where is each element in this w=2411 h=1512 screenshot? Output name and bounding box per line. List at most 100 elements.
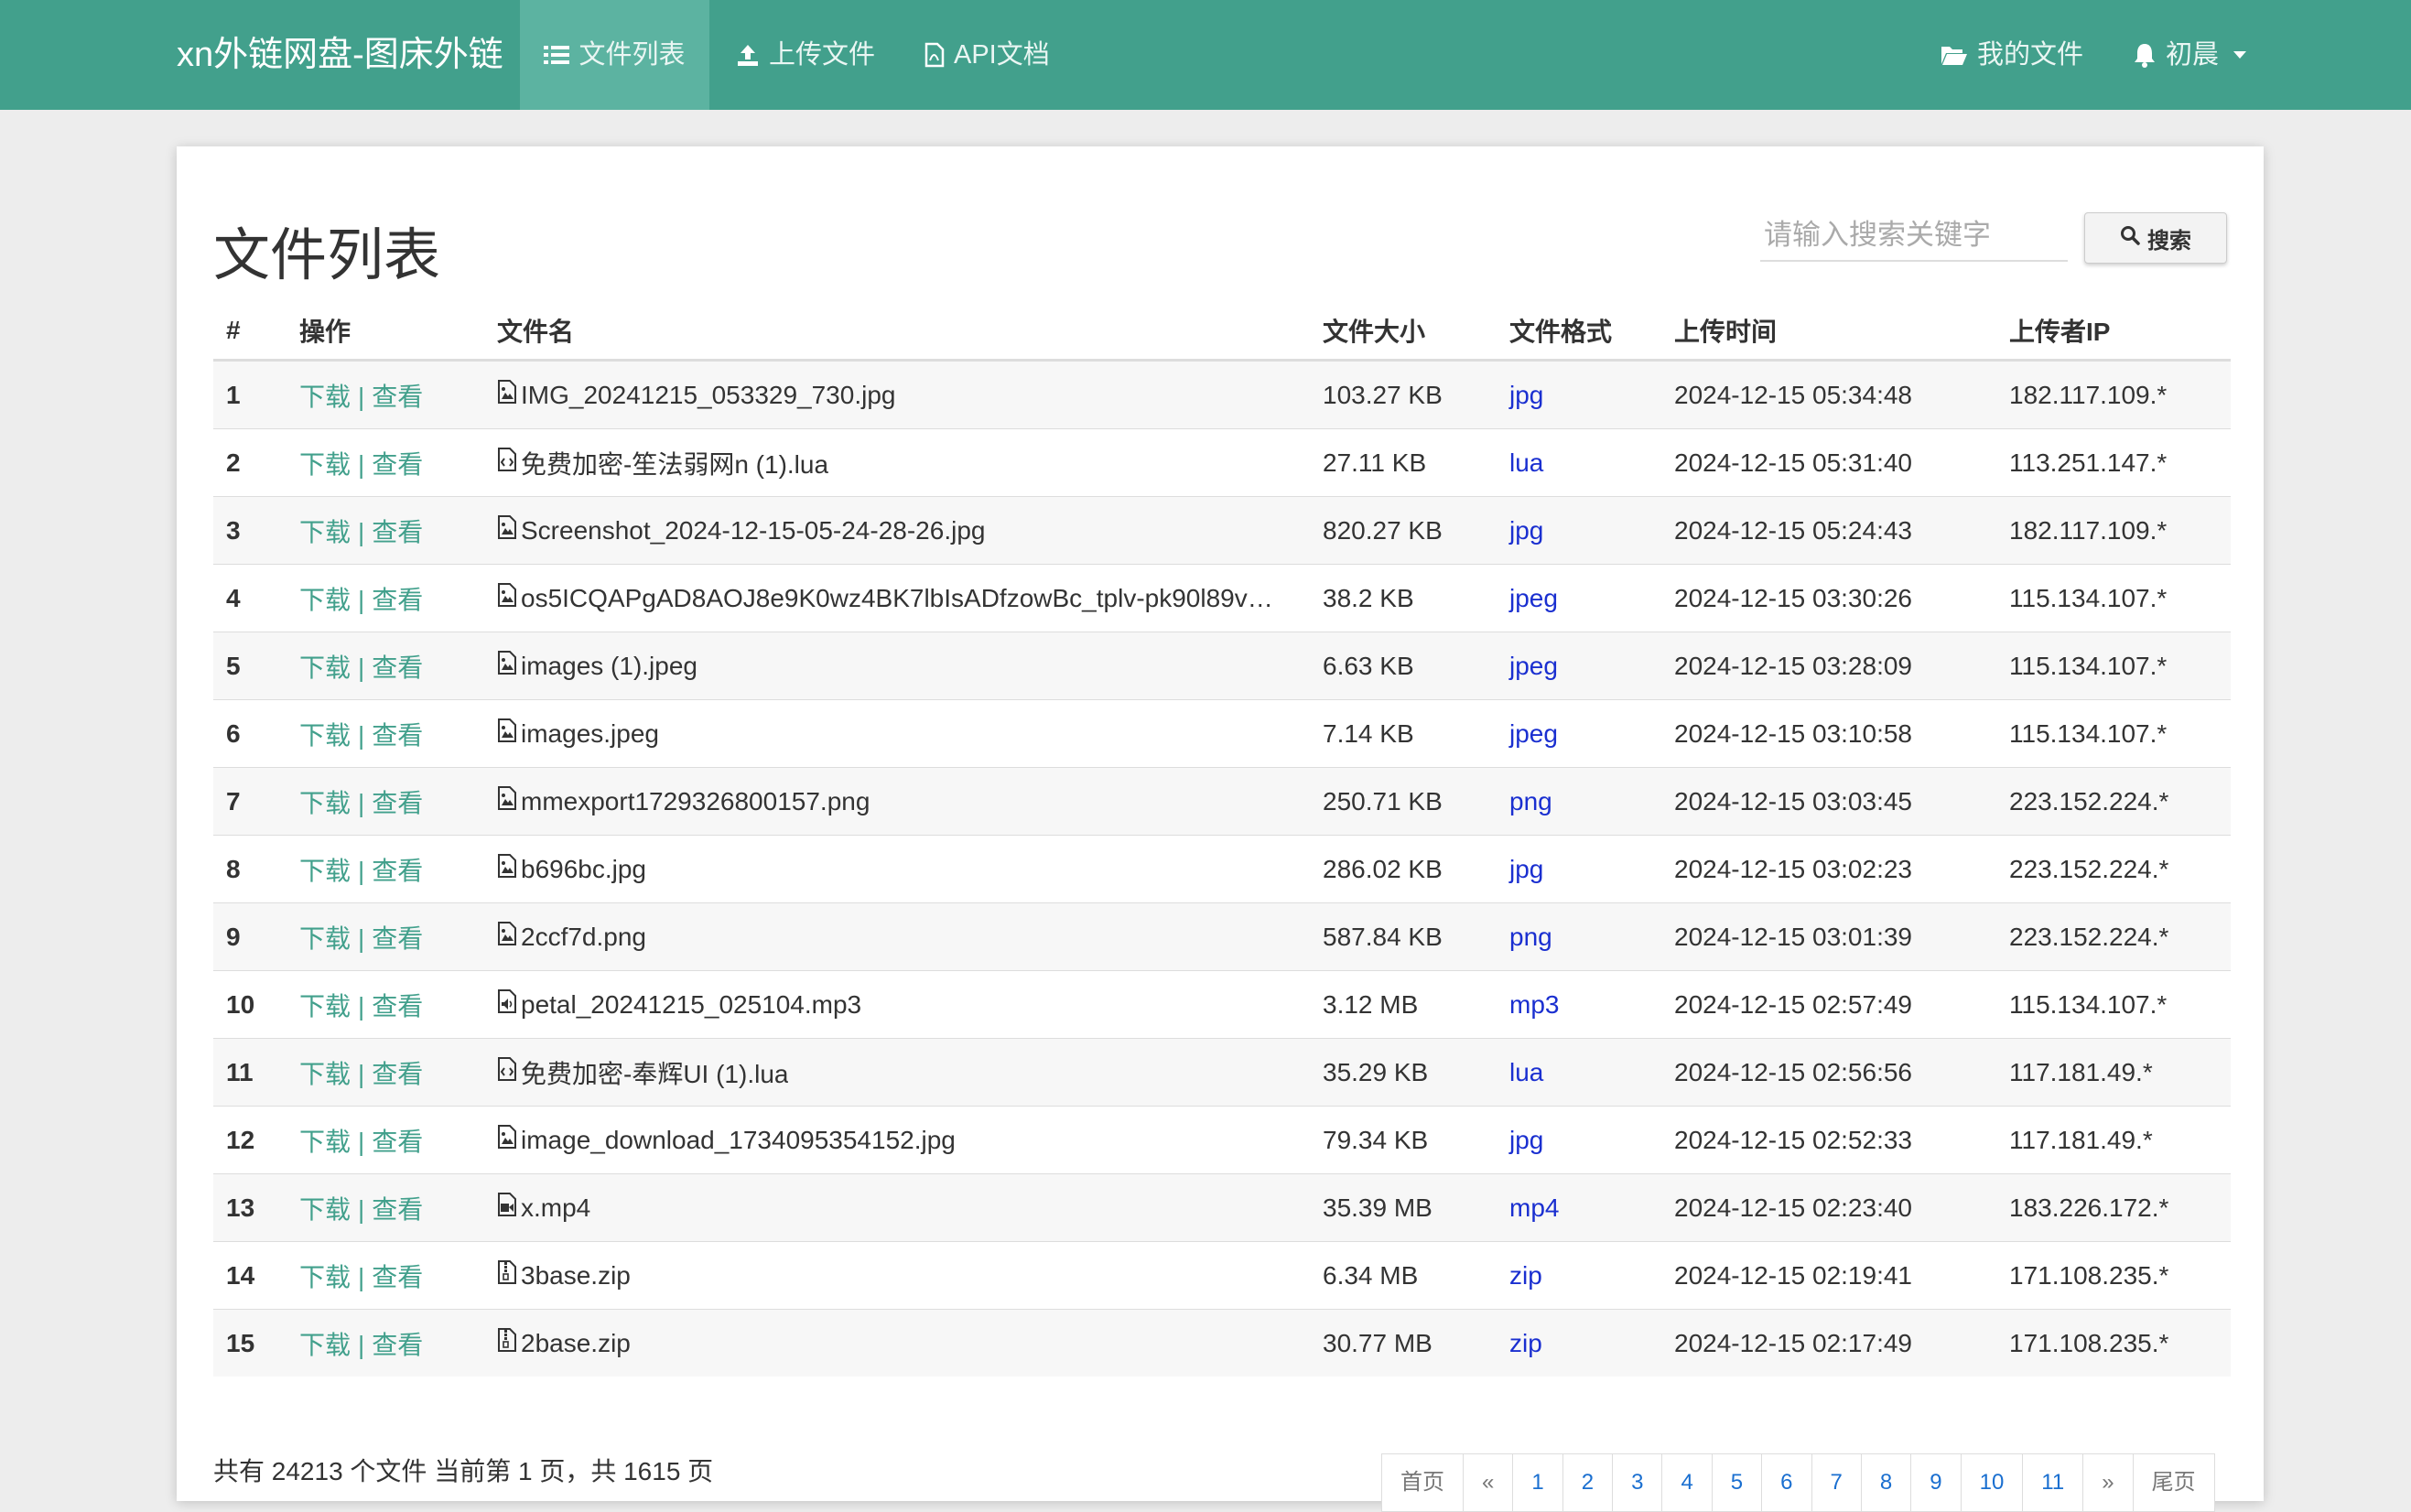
first-page-link[interactable]: 首页 xyxy=(1381,1453,1464,1512)
download-link[interactable]: 下载 xyxy=(299,383,351,411)
file-format-cell: jpg xyxy=(1497,360,1661,429)
download-link[interactable]: 下载 xyxy=(299,857,351,885)
file-name-cell: b696bc.jpg xyxy=(484,835,1310,903)
row-actions: 下载 | 查看 xyxy=(287,970,484,1039)
page-link[interactable]: 11 xyxy=(2022,1453,2084,1512)
view-link[interactable]: 查看 xyxy=(372,518,423,546)
site-brand[interactable]: xn外链网盘-图床外链 xyxy=(177,0,503,110)
view-link[interactable]: 查看 xyxy=(372,1331,423,1359)
file-format-link[interactable]: jpeg xyxy=(1509,652,1558,680)
action-separator: | xyxy=(358,788,365,817)
page-link[interactable]: 5 xyxy=(1711,1453,1763,1512)
action-separator: | xyxy=(358,720,365,750)
view-link[interactable]: 查看 xyxy=(372,721,423,750)
view-link[interactable]: 查看 xyxy=(372,924,423,953)
file-format-link[interactable]: mp4 xyxy=(1509,1193,1559,1222)
download-link[interactable]: 下载 xyxy=(299,586,351,614)
file-format-link[interactable]: zip xyxy=(1509,1261,1542,1290)
nav-api-docs[interactable]: API文档 xyxy=(924,0,1050,110)
download-link[interactable]: 下载 xyxy=(299,789,351,817)
file-name-cell: 免费加密-笙法弱网n (1).lua xyxy=(484,428,1310,497)
page-link[interactable]: 2 xyxy=(1562,1453,1614,1512)
file-format-link[interactable]: lua xyxy=(1509,448,1543,477)
page-link[interactable]: 3 xyxy=(1612,1453,1663,1512)
file-format-link[interactable]: png xyxy=(1509,787,1552,815)
file-format-link[interactable]: mp3 xyxy=(1509,990,1559,1019)
file-name: mmexport1729326800157.png xyxy=(521,786,870,815)
prev-page-link[interactable]: « xyxy=(1463,1453,1514,1512)
file-format-link[interactable]: jpeg xyxy=(1509,719,1558,748)
view-link[interactable]: 查看 xyxy=(372,1263,423,1291)
file-format-link[interactable]: jpg xyxy=(1509,516,1543,545)
action-separator: | xyxy=(358,653,365,682)
upload-time: 2024-12-15 02:56:56 xyxy=(1661,1038,1996,1107)
file-format-link[interactable]: lua xyxy=(1509,1058,1543,1086)
view-link[interactable]: 查看 xyxy=(372,383,423,411)
row-actions: 下载 | 查看 xyxy=(287,902,484,971)
file-name: image_download_1734095354152.jpg xyxy=(521,1125,956,1154)
view-link[interactable]: 查看 xyxy=(372,789,423,817)
upload-time: 2024-12-15 05:31:40 xyxy=(1661,428,1996,497)
file-name: petal_20241215_025104.mp3 xyxy=(521,989,862,1019)
download-link[interactable]: 下载 xyxy=(299,1128,351,1156)
last-page-link[interactable]: 尾页 xyxy=(2132,1453,2215,1512)
file-format-link[interactable]: jpeg xyxy=(1509,584,1558,612)
page-link[interactable]: 4 xyxy=(1661,1453,1713,1512)
download-link[interactable]: 下载 xyxy=(299,721,351,750)
file-size: 103.27 KB xyxy=(1310,360,1497,429)
file-format-link[interactable]: jpg xyxy=(1509,1126,1543,1154)
view-link[interactable]: 查看 xyxy=(372,1060,423,1088)
page-title: 文件列表 xyxy=(213,224,441,287)
uploader-ip: 182.117.109.* xyxy=(1996,360,2231,429)
file-format-cell: jpg xyxy=(1497,835,1661,903)
user-menu[interactable]: 初晨 xyxy=(2133,0,2247,110)
view-link[interactable]: 查看 xyxy=(372,1195,423,1224)
page-link[interactable]: 8 xyxy=(1860,1453,1912,1512)
file-format-link[interactable]: zip xyxy=(1509,1329,1542,1357)
table-header-row: # 操作 文件名 文件大小 文件格式 上传时间 上传者IP xyxy=(213,302,2231,362)
upload-time: 2024-12-15 03:30:26 xyxy=(1661,564,1996,632)
download-link[interactable]: 下载 xyxy=(299,1331,351,1359)
file-format-link[interactable]: png xyxy=(1509,923,1552,951)
page-link[interactable]: 6 xyxy=(1761,1453,1812,1512)
search-icon xyxy=(2120,225,2140,252)
table-row: 10 下载 | 查看 petal_20241215_025104.mp3 3.12 MB m… xyxy=(213,970,2231,1039)
action-separator: | xyxy=(358,517,365,546)
view-link[interactable]: 查看 xyxy=(372,653,423,682)
download-link[interactable]: 下载 xyxy=(299,1060,351,1088)
search-button[interactable]: 搜索 xyxy=(2084,212,2227,264)
search-input[interactable] xyxy=(1760,211,2068,262)
action-separator: | xyxy=(358,449,365,479)
download-link[interactable]: 下载 xyxy=(299,992,351,1021)
image-file-icon xyxy=(497,650,517,682)
file-format-link[interactable]: jpg xyxy=(1509,381,1543,409)
page-link[interactable]: 7 xyxy=(1811,1453,1862,1512)
view-link[interactable]: 查看 xyxy=(372,992,423,1021)
nav-file-list[interactable]: 文件列表 xyxy=(520,0,709,110)
view-link[interactable]: 查看 xyxy=(372,450,423,479)
download-link[interactable]: 下载 xyxy=(299,653,351,682)
uploader-ip: 182.117.109.* xyxy=(1996,496,2231,565)
nav-upload[interactable]: 上传文件 xyxy=(736,0,875,110)
row-number: 7 xyxy=(213,767,287,836)
page-link[interactable]: 10 xyxy=(1960,1453,2024,1512)
view-link[interactable]: 查看 xyxy=(372,857,423,885)
bell-icon xyxy=(2133,42,2157,68)
download-link[interactable]: 下载 xyxy=(299,1263,351,1291)
download-link[interactable]: 下载 xyxy=(299,518,351,546)
next-page-link[interactable]: » xyxy=(2082,1453,2134,1512)
view-link[interactable]: 查看 xyxy=(372,586,423,614)
column-header: 上传时间 xyxy=(1661,302,1996,362)
download-link[interactable]: 下载 xyxy=(299,1195,351,1224)
page-link[interactable]: 1 xyxy=(1512,1453,1563,1512)
file-format-link[interactable]: jpg xyxy=(1509,855,1543,883)
nav-my-files[interactable]: 我的文件 xyxy=(1941,0,2083,110)
column-header: 上传者IP xyxy=(1996,302,2231,362)
page-link[interactable]: 9 xyxy=(1910,1453,1962,1512)
row-number: 13 xyxy=(213,1173,287,1242)
upload-time: 2024-12-15 03:03:45 xyxy=(1661,767,1996,836)
view-link[interactable]: 查看 xyxy=(372,1128,423,1156)
download-link[interactable]: 下载 xyxy=(299,924,351,953)
user-name: 初晨 xyxy=(2166,40,2220,70)
download-link[interactable]: 下载 xyxy=(299,450,351,479)
